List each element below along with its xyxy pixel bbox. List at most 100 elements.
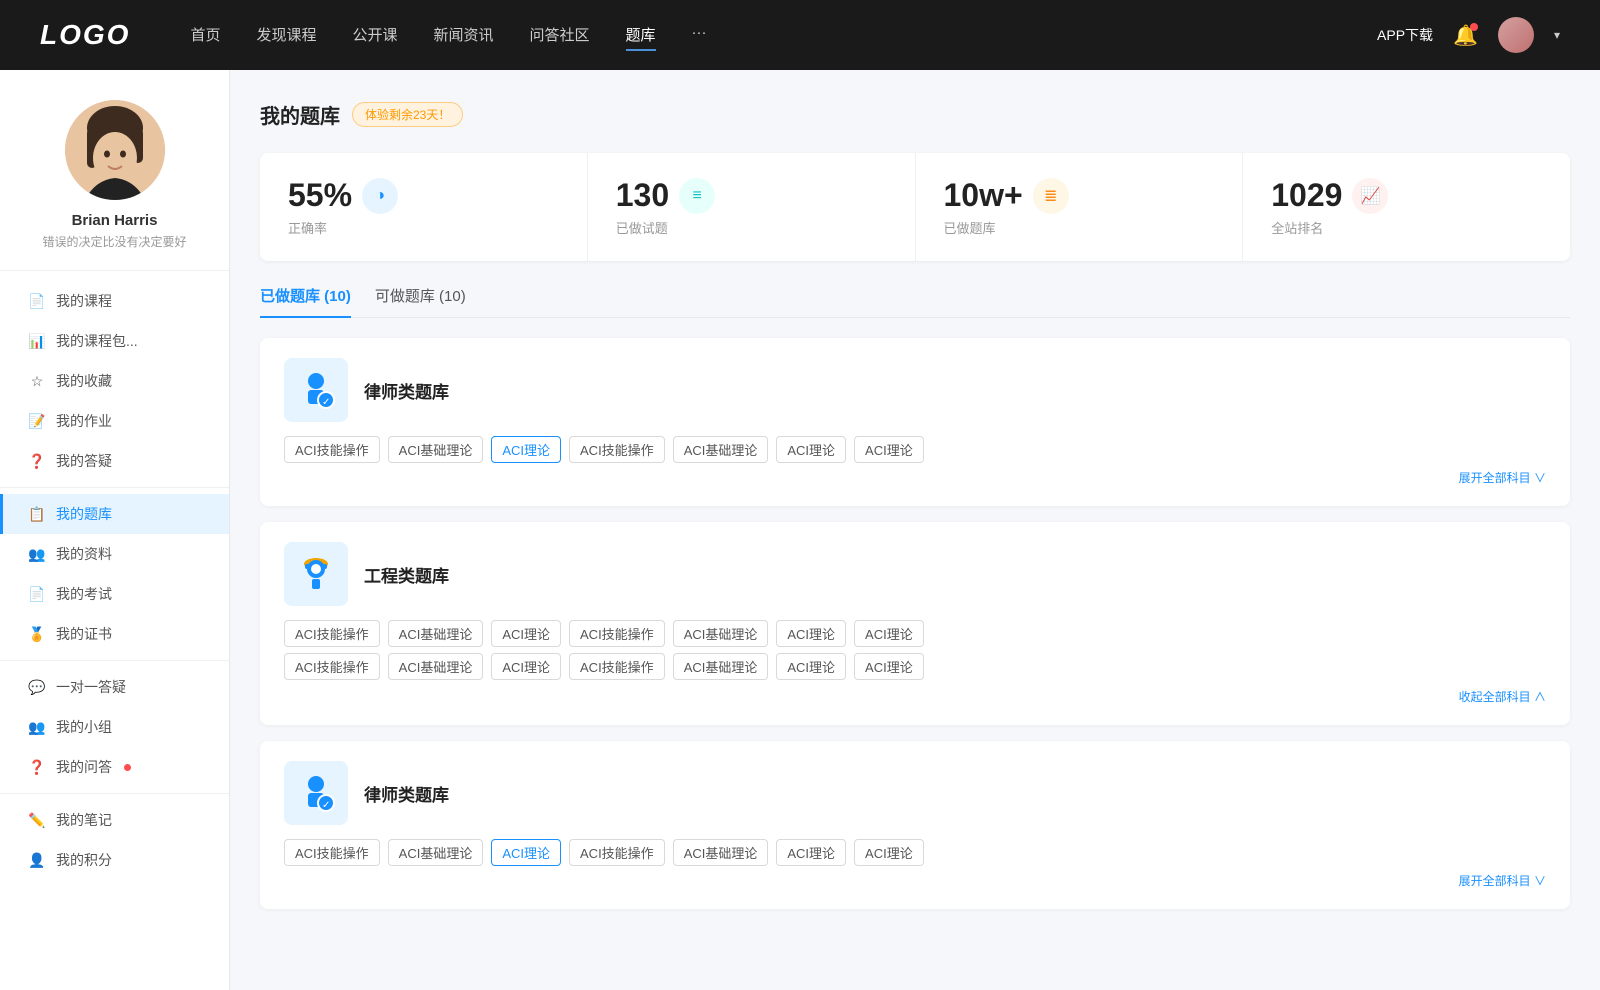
sidebar-label-1: 我的课程包... <box>56 331 138 351</box>
sidebar-item-2[interactable]: ☆ 我的收藏 <box>0 361 229 401</box>
stat-label-3: 全站排名 <box>1271 218 1542 237</box>
sidebar-label-8: 我的证书 <box>56 624 112 644</box>
tag-0-0[interactable]: ACI技能操作 <box>284 436 380 463</box>
sidebar-divider <box>0 793 229 794</box>
sidebar: Brian Harris 错误的决定比没有决定要好 📄 我的课程 📊 我的课程包… <box>0 70 230 990</box>
sidebar-item-10[interactable]: 👥 我的小组 <box>0 707 229 747</box>
stat-icon-3: 📈 <box>1352 178 1388 214</box>
tag1-1-1[interactable]: ACI基础理论 <box>388 620 484 647</box>
sidebar-label-2: 我的收藏 <box>56 371 112 391</box>
tag2-1-3[interactable]: ACI技能操作 <box>569 653 665 680</box>
tag-2-0[interactable]: ACI技能操作 <box>284 839 380 866</box>
page-title: 我的题库 <box>260 100 340 129</box>
sidebar-item-4[interactable]: ❓ 我的答疑 <box>0 441 229 481</box>
qbank-header-1: 工程类题库 <box>284 542 1546 606</box>
nav-link-发现课程[interactable]: 发现课程 <box>256 20 316 51</box>
tag-2-1[interactable]: ACI基础理论 <box>388 839 484 866</box>
nav-link-首页[interactable]: 首页 <box>190 20 220 51</box>
nav-link-···[interactable]: ··· <box>692 20 707 51</box>
logo[interactable]: LOGO <box>40 19 130 51</box>
profile-motto: 错误的决定比没有决定要好 <box>42 233 186 250</box>
qbank-sections: ✓ 律师类题库 ACI技能操作 ACI基础理论 ACI理论 ACI技能操作 ACI基础理… <box>260 338 1570 909</box>
sidebar-item-1[interactable]: 📊 我的课程包... <box>0 321 229 361</box>
tab-1[interactable]: 可做题库 (10) <box>375 285 466 318</box>
sidebar-icon-5: 📋 <box>28 506 46 523</box>
sidebar-item-5[interactable]: 📋 我的题库 <box>0 494 229 534</box>
sidebar-label-11: 我的问答 <box>56 757 112 777</box>
sidebar-icon-9: 💬 <box>28 679 46 696</box>
sidebar-item-9[interactable]: 💬 一对一答疑 <box>0 667 229 707</box>
sidebar-icon-13: 👤 <box>28 852 46 869</box>
stat-icon-0: ◑ <box>362 178 398 214</box>
expand-link-0[interactable]: 展开全部科目 ∨ <box>284 469 1546 486</box>
nav-link-公开课[interactable]: 公开课 <box>352 20 397 51</box>
qbank-icon-1 <box>284 542 348 606</box>
qbank-icon-2: ✓ <box>284 761 348 825</box>
sidebar-icon-4: ❓ <box>28 453 46 470</box>
tag1-1-4[interactable]: ACI基础理论 <box>673 620 769 647</box>
tag-2-4[interactable]: ACI基础理论 <box>673 839 769 866</box>
tag2-1-1[interactable]: ACI基础理论 <box>388 653 484 680</box>
sidebar-item-12[interactable]: ✏️ 我的笔记 <box>0 800 229 840</box>
avatar-image <box>65 100 165 200</box>
collapse-link-1[interactable]: 收起全部科目 ∧ <box>284 688 1546 705</box>
nav-link-题库[interactable]: 题库 <box>626 20 656 51</box>
expand-link-2[interactable]: 展开全部科目 ∨ <box>284 872 1546 889</box>
tag-0-4[interactable]: ACI基础理论 <box>673 436 769 463</box>
trial-badge: 体验剩余23天！ <box>352 102 463 127</box>
tag2-1-5[interactable]: ACI理论 <box>776 653 846 680</box>
tag2-1-4[interactable]: ACI基础理论 <box>673 653 769 680</box>
tag1-1-0[interactable]: ACI技能操作 <box>284 620 380 647</box>
qbank-title-2: 律师类题库 <box>364 781 449 806</box>
stat-item-0: 55% ◑ 正确率 <box>260 153 588 261</box>
tag2-1-0[interactable]: ACI技能操作 <box>284 653 380 680</box>
notification-bell[interactable]: 🔔 <box>1453 23 1478 48</box>
sidebar-item-6[interactable]: 👥 我的资料 <box>0 534 229 574</box>
tag-0-5[interactable]: ACI理论 <box>776 436 846 463</box>
page-header: 我的题库 体验剩余23天！ <box>260 100 1570 129</box>
sidebar-item-3[interactable]: 📝 我的作业 <box>0 401 229 441</box>
sidebar-item-8[interactable]: 🏅 我的证书 <box>0 614 229 654</box>
tag1-1-3[interactable]: ACI技能操作 <box>569 620 665 647</box>
sidebar-divider <box>0 660 229 661</box>
sidebar-label-3: 我的作业 <box>56 411 112 431</box>
tags-row-2: ACI技能操作 ACI基础理论 ACI理论 ACI技能操作 ACI基础理论 ACI理论 AC… <box>284 839 1546 866</box>
sidebar-item-7[interactable]: 📄 我的考试 <box>0 574 229 614</box>
tab-0[interactable]: 已做题库 (10) <box>260 285 351 318</box>
tag2-1-2[interactable]: ACI理论 <box>491 653 561 680</box>
app-download-button[interactable]: APP下载 <box>1377 25 1433 45</box>
tag1-1-6[interactable]: ACI理论 <box>854 620 924 647</box>
tag-0-3[interactable]: ACI技能操作 <box>569 436 665 463</box>
nav-link-新闻资讯[interactable]: 新闻资讯 <box>434 20 494 51</box>
navbar: LOGO 首页 发现课程 公开课 新闻资讯 问答社区 题库 ··· APP下载 🔔 ▾ <box>0 0 1600 70</box>
tag-0-2[interactable]: ACI理论 <box>491 436 561 463</box>
qbank-title-1: 工程类题库 <box>364 562 449 587</box>
tag-2-6[interactable]: ACI理论 <box>854 839 924 866</box>
stat-value-1: 130 <box>616 177 669 214</box>
tag1-1-2[interactable]: ACI理论 <box>491 620 561 647</box>
tag2-1-6[interactable]: ACI理论 <box>854 653 924 680</box>
nav-link-问答社区[interactable]: 问答社区 <box>530 20 590 51</box>
sidebar-icon-7: 📄 <box>28 586 46 603</box>
tag-2-3[interactable]: ACI技能操作 <box>569 839 665 866</box>
sidebar-icon-3: 📝 <box>28 413 46 430</box>
sidebar-icon-10: 👥 <box>28 719 46 736</box>
sidebar-item-11[interactable]: ❓ 我的问答 <box>0 747 229 787</box>
avatar[interactable] <box>1498 17 1534 53</box>
sidebar-icon-6: 👥 <box>28 546 46 563</box>
profile-section: Brian Harris 错误的决定比没有决定要好 <box>0 100 229 271</box>
tag-2-5[interactable]: ACI理论 <box>776 839 846 866</box>
avatar-dropdown-arrow[interactable]: ▾ <box>1554 28 1560 42</box>
tag-0-6[interactable]: ACI理论 <box>854 436 924 463</box>
tag1-1-5[interactable]: ACI理论 <box>776 620 846 647</box>
sidebar-label-13: 我的积分 <box>56 850 112 870</box>
main-content: 我的题库 体验剩余23天！ 55% ◑ 正确率 130 ≡ 已做试题 10w+ … <box>230 70 1600 990</box>
tag-0-1[interactable]: ACI基础理论 <box>388 436 484 463</box>
svg-text:✓: ✓ <box>322 397 330 408</box>
stat-value-3: 1029 <box>1271 177 1342 214</box>
tabs-row: 已做题库 (10) 可做题库 (10) <box>260 285 1570 318</box>
tag-2-2[interactable]: ACI理论 <box>491 839 561 866</box>
sidebar-icon-11: ❓ <box>28 759 46 776</box>
sidebar-item-13[interactable]: 👤 我的积分 <box>0 840 229 880</box>
sidebar-item-0[interactable]: 📄 我的课程 <box>0 281 229 321</box>
